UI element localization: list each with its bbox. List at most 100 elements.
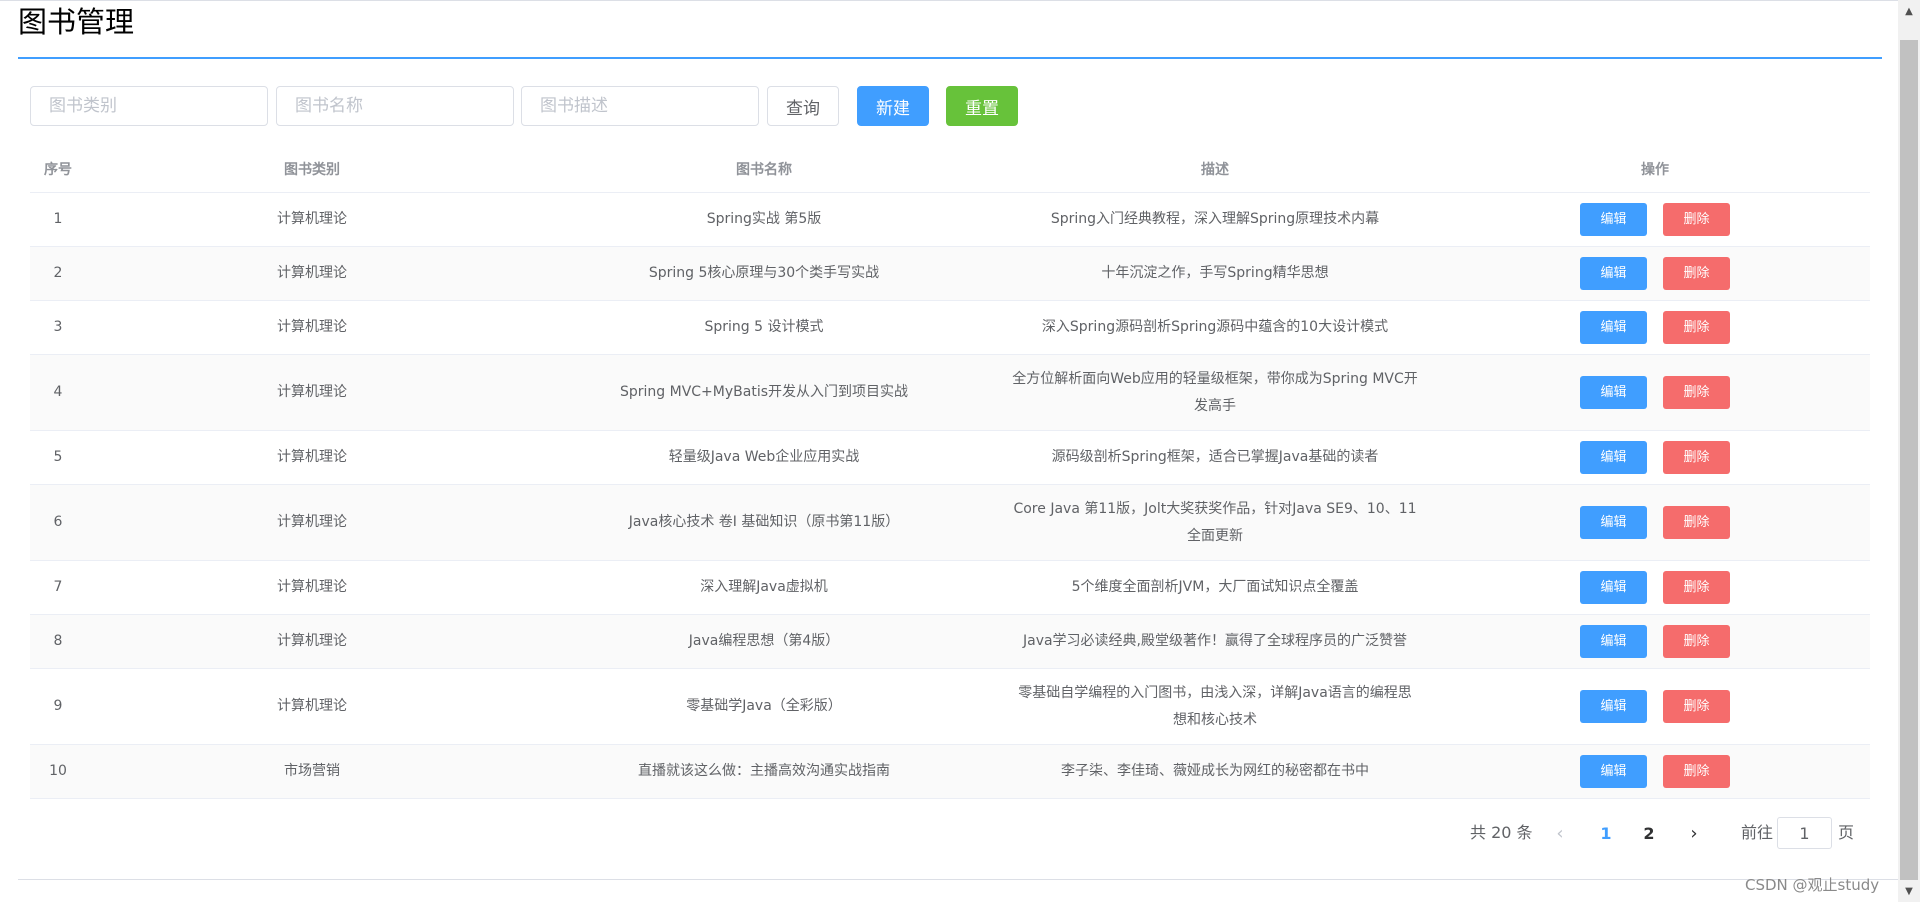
delete-button[interactable]: 删除 (1663, 690, 1730, 723)
row-desc: Java学习必读经典,殿堂级著作！赢得了全球程序员的广泛赞誉 (1022, 633, 1408, 649)
row-index: 2 (53, 265, 63, 281)
page-number-2[interactable]: 2 (1634, 818, 1664, 848)
row-ops: 编辑 删除 (1440, 745, 1870, 798)
row-desc: 李子柒、李佳琦、薇娅成长为网红的秘密都在书中 (1061, 763, 1369, 779)
scroll-up-icon[interactable]: ▲ (1898, 0, 1920, 22)
chevron-right-icon[interactable]: › (1683, 818, 1705, 848)
desc-search-input[interactable] (521, 86, 759, 126)
row-category: 计算机理论 (277, 211, 347, 227)
row-index: 8 (53, 633, 63, 649)
row-index: 10 (49, 763, 67, 779)
table-row: 7 计算机理论 深入理解Java虚拟机 5个维度全面剖析JVM，大厂面试知识点全… (30, 561, 1870, 615)
table-row: 9 计算机理论 零基础学Java（全彩版） 零基础自学编程的入门图书，由浅入深，… (30, 669, 1870, 745)
pagination-total: 共 20 条 (1470, 823, 1533, 842)
pagination-goto-input[interactable] (1777, 817, 1832, 849)
row-category: 计算机理论 (277, 698, 347, 714)
header-name: 图书名称 (736, 161, 792, 178)
row-desc: 全方位解析面向Web应用的轻量级框架，带你成为Spring MVC开发高手 (1012, 370, 1418, 414)
chevron-left-icon[interactable]: ‹ (1549, 818, 1571, 848)
delete-button[interactable]: 删除 (1663, 376, 1730, 409)
edit-button[interactable]: 编辑 (1580, 571, 1647, 604)
edit-button[interactable]: 编辑 (1580, 625, 1647, 658)
row-ops: 编辑 删除 (1440, 247, 1870, 300)
table-row: 2 计算机理论 Spring 5核心原理与30个类手写实战 十年沉淀之作，手写S… (30, 247, 1870, 301)
row-index: 9 (53, 698, 63, 714)
reset-button[interactable]: 重置 (946, 86, 1018, 126)
delete-button[interactable]: 删除 (1663, 203, 1730, 236)
table-row: 5 计算机理论 轻量级Java Web企业应用实战 源码级剖析Spring框架，… (30, 431, 1870, 485)
row-desc: 零基础自学编程的入门图书，由浅入深，详解Java语言的编程思想和核心技术 (1018, 684, 1412, 728)
pagination-page-suffix: 页 (1838, 823, 1855, 842)
delete-button[interactable]: 删除 (1663, 571, 1730, 604)
table-row: 6 计算机理论 Java核心技术 卷I 基础知识（原书第11版） Core Ja… (30, 485, 1870, 561)
row-ops: 编辑 删除 (1440, 193, 1870, 246)
bottom-divider (18, 879, 1898, 880)
title-underline (18, 57, 1882, 59)
row-index: 4 (53, 384, 63, 400)
table-row: 10 市场营销 直播就该这么做：主播高效沟通实战指南 李子柒、李佳琦、薇娅成长为… (30, 745, 1870, 799)
edit-button[interactable]: 编辑 (1580, 690, 1647, 723)
row-category: 计算机理论 (277, 633, 347, 649)
page-title: 图书管理 (18, 5, 135, 39)
row-index: 1 (53, 211, 63, 227)
query-button[interactable]: 查询 (767, 86, 839, 126)
row-desc: Spring入门经典教程，深入理解Spring原理技术内幕 (1050, 211, 1380, 227)
edit-button[interactable]: 编辑 (1580, 441, 1647, 474)
scroll-down-icon[interactable]: ▼ (1898, 880, 1920, 902)
row-name: Spring 5 设计模式 (704, 319, 824, 335)
row-name: 直播就该这么做：主播高效沟通实战指南 (638, 763, 890, 779)
row-name: Spring实战 第5版 (706, 211, 822, 227)
row-ops: 编辑 删除 (1440, 301, 1870, 354)
category-search-input[interactable] (30, 86, 268, 126)
edit-button[interactable]: 编辑 (1580, 257, 1647, 290)
row-category: 计算机理论 (277, 579, 347, 595)
row-category: 计算机理论 (277, 319, 347, 335)
row-name: 深入理解Java虚拟机 (700, 579, 828, 595)
book-table: 序号 图书类别 图书名称 描述 操作 1 计算机理论 Spring实战 第5版 … (30, 148, 1870, 799)
row-ops: 编辑 删除 (1440, 615, 1870, 668)
row-ops: 编辑 删除 (1440, 561, 1870, 614)
name-search-input[interactable] (276, 86, 514, 126)
row-desc: 十年沉淀之作，手写Spring精华思想 (1101, 265, 1329, 281)
row-name: 轻量级Java Web企业应用实战 (668, 449, 860, 465)
row-name: Java编程思想（第4版） (688, 633, 840, 649)
row-category: 计算机理论 (277, 384, 347, 400)
row-category: 计算机理论 (277, 449, 347, 465)
delete-button[interactable]: 删除 (1663, 506, 1730, 539)
header-index: 序号 (44, 161, 72, 178)
row-name: Java核心技术 卷I 基础知识（原书第11版） (628, 514, 900, 530)
table-row: 3 计算机理论 Spring 5 设计模式 深入Spring源码剖析Spring… (30, 301, 1870, 355)
row-index: 5 (53, 449, 63, 465)
pagination-goto-label: 前往 (1741, 823, 1774, 842)
table-row: 1 计算机理论 Spring实战 第5版 Spring入门经典教程，深入理解Sp… (30, 193, 1870, 247)
delete-button[interactable]: 删除 (1663, 625, 1730, 658)
scrollbar-thumb[interactable] (1900, 40, 1918, 880)
row-name: Spring 5核心原理与30个类手写实战 (648, 265, 880, 281)
row-ops: 编辑 删除 (1440, 669, 1870, 744)
table-row: 4 计算机理论 Spring MVC+MyBatis开发从入门到项目实战 全方位… (30, 355, 1870, 431)
table-header: 序号 图书类别 图书名称 描述 操作 (30, 148, 1870, 193)
edit-button[interactable]: 编辑 (1580, 311, 1647, 344)
header-desc: 描述 (1201, 161, 1229, 178)
table-row: 8 计算机理论 Java编程思想（第4版） Java学习必读经典,殿堂级著作！赢… (30, 615, 1870, 669)
top-border (0, 0, 1898, 1)
row-desc: 源码级剖析Spring框架，适合已掌握Java基础的读者 (1051, 449, 1379, 465)
row-name: 零基础学Java（全彩版） (686, 698, 842, 714)
row-ops: 编辑 删除 (1440, 485, 1870, 560)
header-ops: 操作 (1641, 161, 1669, 178)
row-desc: 深入Spring源码剖析Spring源码中蕴含的10大设计模式 (1041, 319, 1389, 335)
edit-button[interactable]: 编辑 (1580, 203, 1647, 236)
delete-button[interactable]: 删除 (1663, 441, 1730, 474)
delete-button[interactable]: 删除 (1663, 311, 1730, 344)
create-button[interactable]: 新建 (857, 86, 929, 126)
edit-button[interactable]: 编辑 (1580, 376, 1647, 409)
row-desc: 5个维度全面剖析JVM，大厂面试知识点全覆盖 (1071, 579, 1359, 595)
row-ops: 编辑 删除 (1440, 431, 1870, 484)
row-index: 3 (53, 319, 63, 335)
delete-button[interactable]: 删除 (1663, 755, 1730, 788)
edit-button[interactable]: 编辑 (1580, 755, 1647, 788)
watermark: CSDN @观止study (1745, 876, 1880, 894)
delete-button[interactable]: 删除 (1663, 257, 1730, 290)
page-number-1[interactable]: 1 (1591, 818, 1621, 848)
edit-button[interactable]: 编辑 (1580, 506, 1647, 539)
